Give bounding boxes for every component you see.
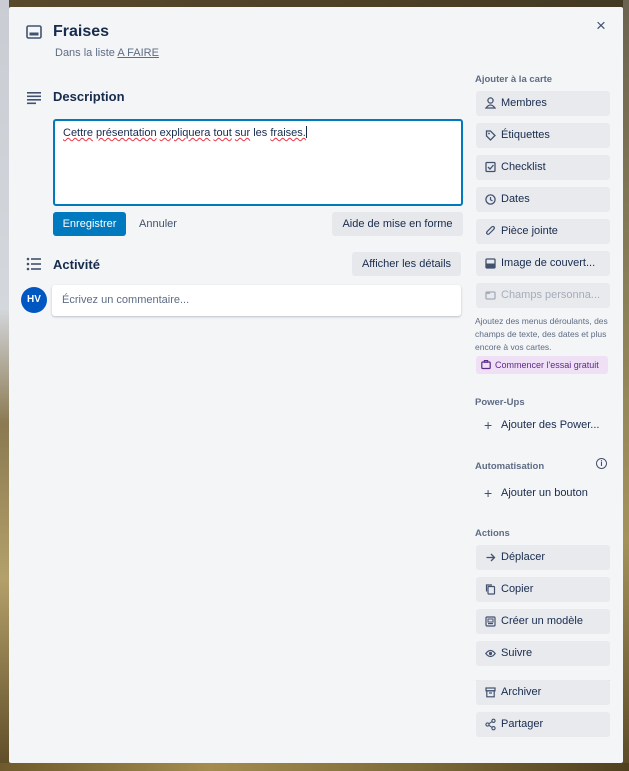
add-powerups-button[interactable]: + Ajouter des Power... (476, 413, 610, 438)
move-label: Déplacer (501, 551, 546, 563)
clock-icon (484, 187, 496, 212)
card-detail-modal: × Fraises Dans la liste A FAIRE Descript… (9, 7, 623, 763)
description-textarea[interactable]: Cettre présentation expliquera tout sur … (53, 119, 463, 206)
custom-fields-promo: Ajoutez des menus déroulants, des champs… (475, 316, 608, 352)
board-background-right (623, 0, 629, 771)
description-word: les (253, 127, 268, 139)
archive-icon (484, 680, 496, 705)
activity-icon (26, 257, 41, 271)
person-icon (484, 91, 496, 116)
copy-icon (484, 577, 496, 602)
add-button-button[interactable]: + Ajouter un bouton (476, 481, 610, 506)
checkbox-icon (484, 155, 496, 180)
share-icon (484, 712, 496, 737)
arrow-right-icon (484, 545, 496, 570)
add-powerups-label: Ajouter des Power... (501, 419, 600, 431)
description-word: tout (213, 127, 232, 139)
attachment-label: Pièce jointe (501, 225, 558, 237)
watch-button[interactable]: Suivre (476, 641, 610, 666)
share-button[interactable]: Partager (476, 712, 610, 737)
archive-button[interactable]: Archiver (476, 680, 610, 705)
template-icon (484, 609, 496, 634)
copy-button[interactable]: Copier (476, 577, 610, 602)
move-button[interactable]: Déplacer (476, 545, 610, 570)
watch-label: Suivre (501, 647, 533, 659)
info-icon[interactable]: i (596, 458, 607, 469)
start-trial-button[interactable]: Commencer l'essai gratuit (476, 356, 608, 374)
start-trial-label: Commencer l'essai gratuit (495, 360, 599, 370)
custom-field-icon (484, 283, 496, 308)
cancel-button[interactable]: Annuler (135, 212, 181, 236)
card-icon (26, 25, 42, 39)
description-word: fraises. (270, 127, 306, 139)
labels-button[interactable]: Étiquettes (476, 123, 610, 148)
close-icon[interactable]: × (591, 16, 611, 36)
plus-icon: + (484, 417, 493, 433)
description-word: présentation (96, 127, 157, 139)
share-label: Partager (501, 718, 544, 730)
description-word: sur (234, 127, 251, 139)
create-template-label: Créer un modèle (501, 615, 583, 627)
list-link[interactable]: A FAIRE (117, 47, 159, 59)
cover-icon (484, 251, 496, 276)
plus-icon: + (484, 485, 493, 501)
formatting-help-button[interactable]: Aide de mise en forme (332, 212, 463, 236)
actions-label: Actions (475, 528, 510, 539)
automation-label: Automatisation (475, 461, 545, 472)
add-to-card-label: Ajouter à la carte (475, 74, 553, 85)
attachment-button[interactable]: Pièce jointe (476, 219, 610, 244)
description-heading: Description (53, 89, 125, 104)
card-title[interactable]: Fraises (53, 23, 109, 41)
powerups-label: Power-Ups (475, 397, 525, 408)
dates-label: Dates (501, 193, 530, 205)
create-template-button[interactable]: Créer un modèle (476, 609, 610, 634)
dates-button[interactable]: Dates (476, 187, 610, 212)
cover-button[interactable]: Image de couvert... (476, 251, 610, 276)
labels-label: Étiquettes (501, 129, 550, 141)
show-details-button[interactable]: Afficher les détails (352, 252, 461, 276)
card-list-info: Dans la liste A FAIRE (55, 47, 159, 59)
description-word: Cettre (63, 127, 93, 139)
tag-icon (484, 123, 496, 148)
archive-label: Archiver (501, 686, 542, 698)
board-background-bottom (0, 763, 629, 771)
paperclip-icon (484, 219, 496, 244)
briefcase-icon (481, 356, 491, 381)
text-caret (305, 126, 307, 138)
description-icon (27, 92, 41, 105)
add-button-label: Ajouter un bouton (501, 487, 588, 499)
cover-label: Image de couvert... (501, 257, 596, 269)
activity-heading: Activité (53, 257, 100, 272)
list-prefix: Dans la liste (55, 47, 115, 59)
copy-label: Copier (501, 583, 534, 595)
custom-fields-button[interactable]: Champs personna... (476, 283, 610, 308)
avatar[interactable]: HV (21, 287, 47, 313)
comment-input[interactable]: Écrivez un commentaire... (52, 285, 461, 316)
checklist-label: Checklist (501, 161, 546, 173)
eye-icon (484, 641, 496, 666)
description-word: expliquera (159, 127, 211, 139)
custom-fields-label: Champs personna... (501, 289, 601, 301)
board-background-left (0, 0, 9, 771)
checklist-button[interactable]: Checklist (476, 155, 610, 180)
save-button[interactable]: Enregistrer (53, 212, 126, 236)
members-button[interactable]: Membres (476, 91, 610, 116)
members-label: Membres (501, 97, 547, 109)
